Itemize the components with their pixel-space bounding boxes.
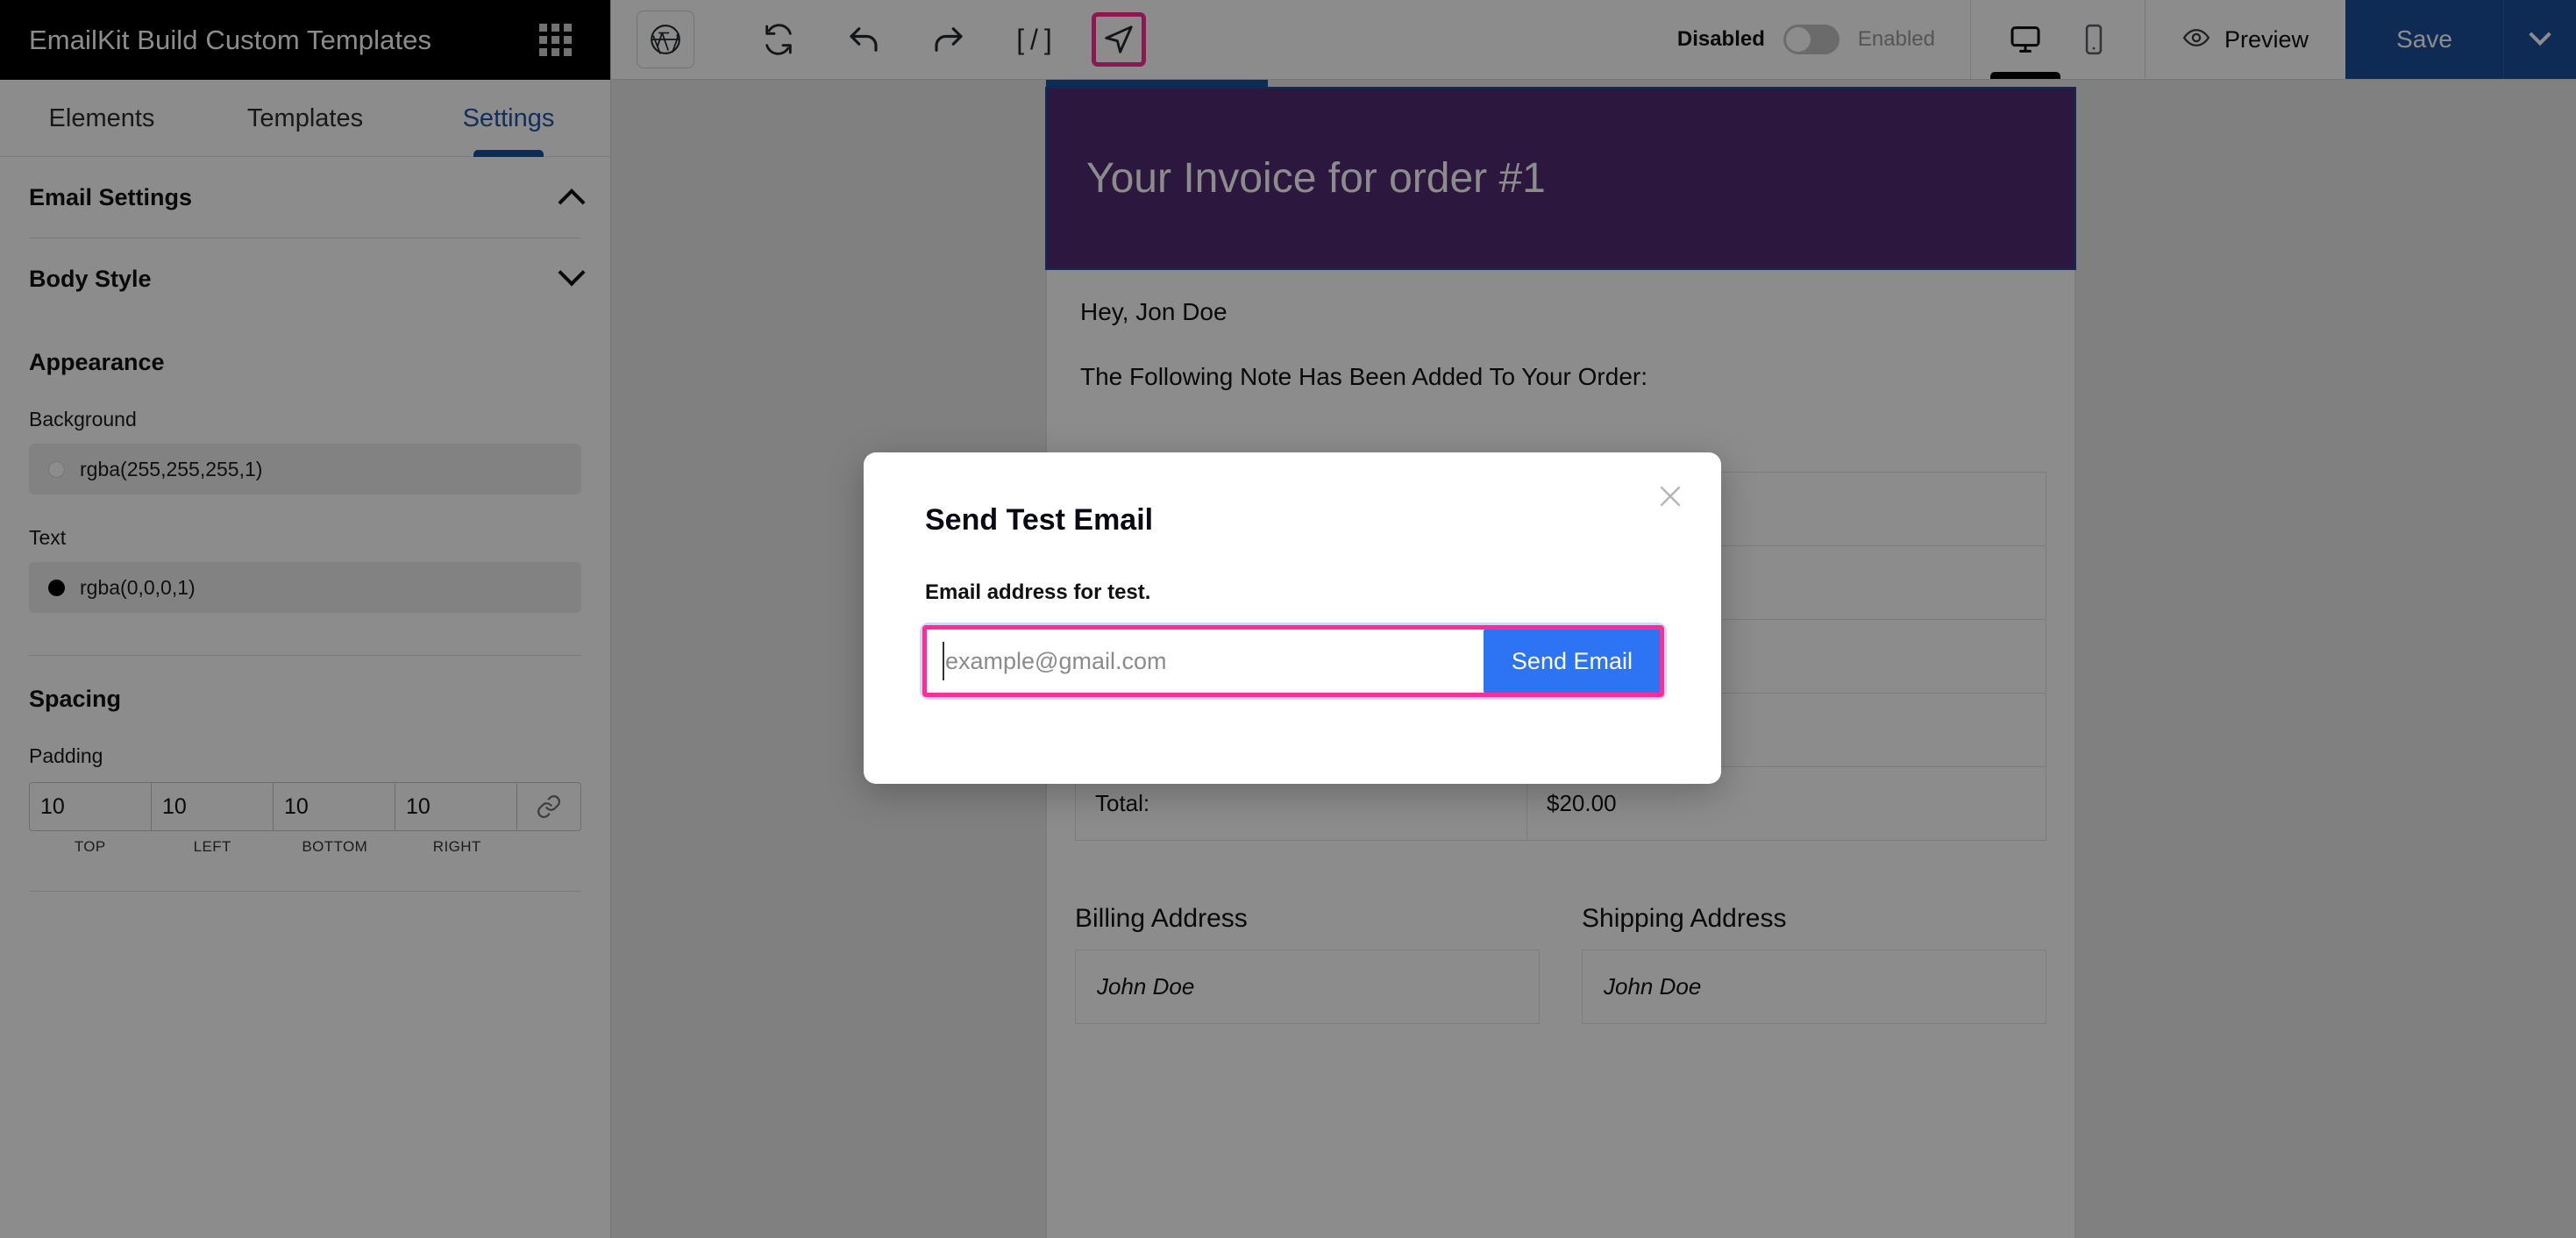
email-field[interactable] <box>926 629 1484 694</box>
email-input-row: Send Email <box>925 628 1662 694</box>
close-x-icon[interactable] <box>1653 479 1688 514</box>
email-input-wrap: Send Email <box>920 623 1667 700</box>
text-cursor <box>943 642 944 680</box>
modal-subtitle: Email address for test. <box>925 580 1151 604</box>
modal-title: Send Test Email <box>925 503 1154 537</box>
send-test-email-modal: Send Test Email Email address for test. … <box>864 452 1721 784</box>
send-email-button[interactable]: Send Email <box>1483 629 1661 694</box>
app-root: EmailKit Build Custom Templates Elements… <box>0 0 2576 1238</box>
